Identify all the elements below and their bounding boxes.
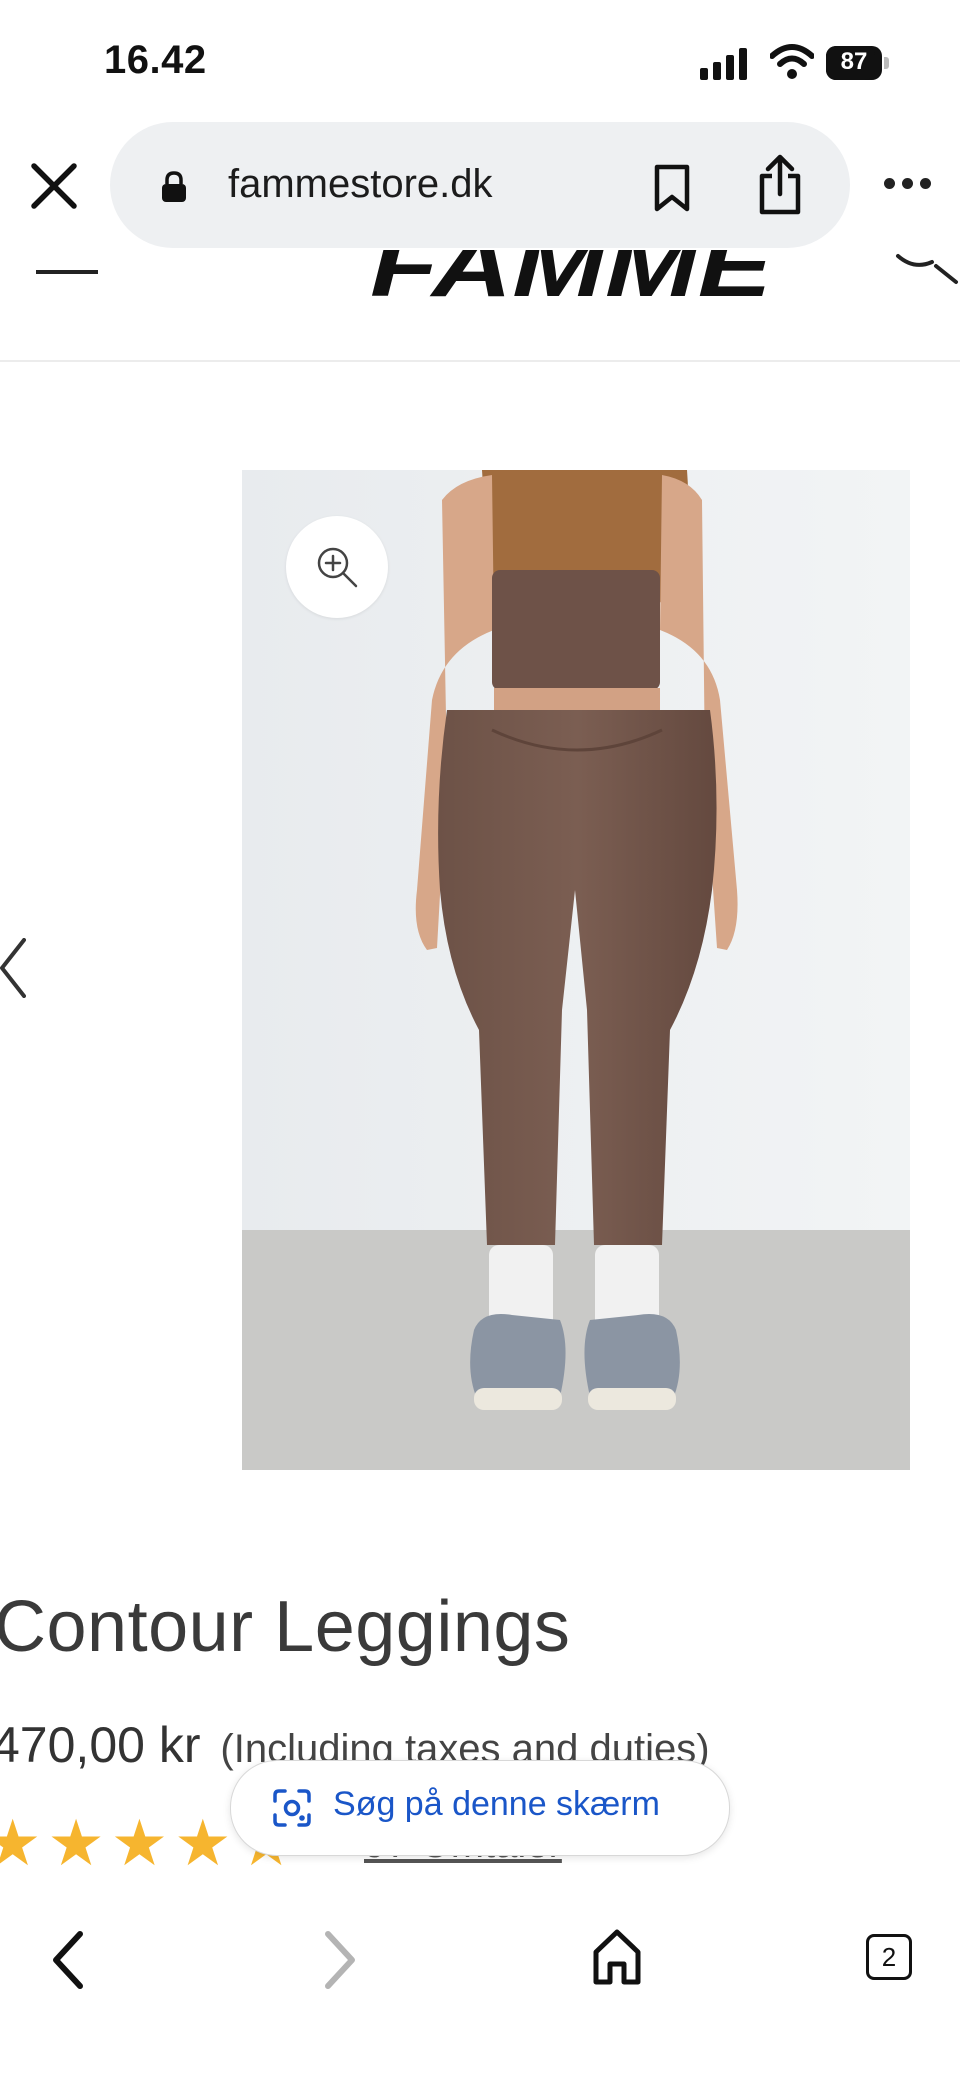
back-icon[interactable] xyxy=(46,1928,90,1992)
wifi-icon xyxy=(770,44,814,79)
star-icon: ★ xyxy=(0,1807,42,1879)
product-title: Contour Leggings xyxy=(0,1587,571,1667)
forward-icon[interactable] xyxy=(318,1928,362,1992)
bottom-toolbar: 2 xyxy=(0,1890,960,2078)
search-icon[interactable] xyxy=(892,248,960,288)
status-time: 16.42 xyxy=(104,38,207,82)
share-icon[interactable] xyxy=(756,154,804,216)
product-photo xyxy=(242,470,910,1470)
chevron-left-icon[interactable] xyxy=(0,938,26,998)
battery-icon: 87 xyxy=(826,46,890,80)
star-icon: ★ xyxy=(110,1807,169,1879)
lock-icon xyxy=(162,171,186,202)
cellular-signal-icon xyxy=(700,48,752,80)
tabs-icon[interactable]: 2 xyxy=(866,1934,912,1980)
url-bar[interactable]: fammestore.dk xyxy=(110,122,850,248)
home-icon[interactable] xyxy=(592,1926,642,1988)
lens-label[interactable]: Søg på denne skærm xyxy=(333,1785,660,1824)
star-icon: ★ xyxy=(174,1807,232,1879)
bookmark-icon[interactable] xyxy=(652,164,692,212)
logo-text: FAMME xyxy=(370,250,772,300)
battery-percent: 87 xyxy=(840,48,868,75)
star-icon: ★ xyxy=(47,1807,105,1879)
zoom-button[interactable] xyxy=(286,516,388,618)
lens-icon xyxy=(273,1789,311,1827)
product-image[interactable] xyxy=(242,470,910,1470)
hamburger-icon[interactable] xyxy=(36,270,98,274)
product-price: 470,00 kr xyxy=(0,1717,201,1773)
lens-search-button[interactable]: Søg på denne skærm xyxy=(230,1760,730,1856)
zoom-in-icon xyxy=(317,547,358,588)
close-icon[interactable] xyxy=(28,160,80,212)
site-header: FAMME xyxy=(0,248,960,362)
url-text[interactable]: fammestore.dk xyxy=(228,162,493,207)
more-icon[interactable] xyxy=(884,178,932,192)
logo[interactable]: FAMME xyxy=(370,250,772,300)
